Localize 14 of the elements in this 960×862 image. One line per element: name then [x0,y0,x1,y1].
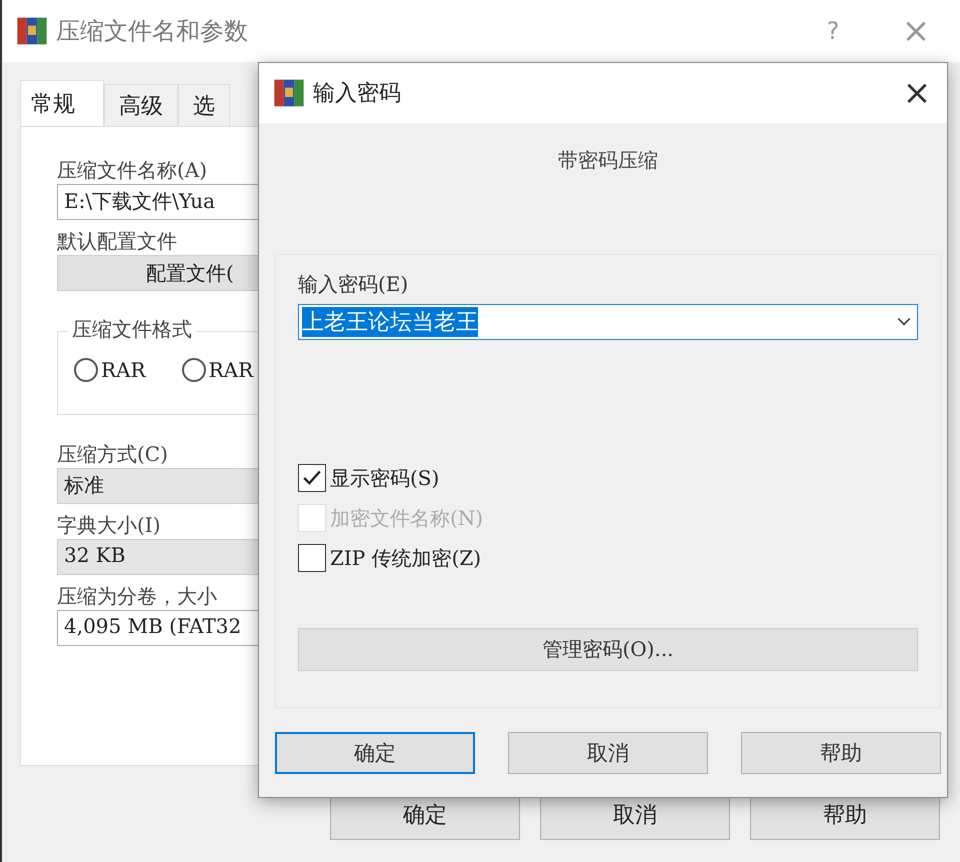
field-label: 压缩方式(C) [57,441,168,468]
field-label: 输入密码(E) [298,271,408,298]
field-label: 压缩为分卷，大小 [57,583,217,610]
dialog-heading: 带密码压缩 [558,147,658,174]
radio-label: RAR [101,358,146,382]
field-label: 默认配置文件 [57,228,177,255]
dialog-title: 输入密码 [313,80,401,108]
field-label: 字典大小(I) [57,512,161,539]
checkbox-label: 加密文件名称(N) [330,504,484,532]
radio-label: RAR [208,358,254,382]
window-title: 压缩文件名和参数 [56,16,248,47]
checkbox-label: ZIP 传统加密(Z) [330,544,482,572]
field-label: 压缩文件名称(A) [57,157,208,184]
checkbox-label: 显示密码(S) [330,464,440,492]
